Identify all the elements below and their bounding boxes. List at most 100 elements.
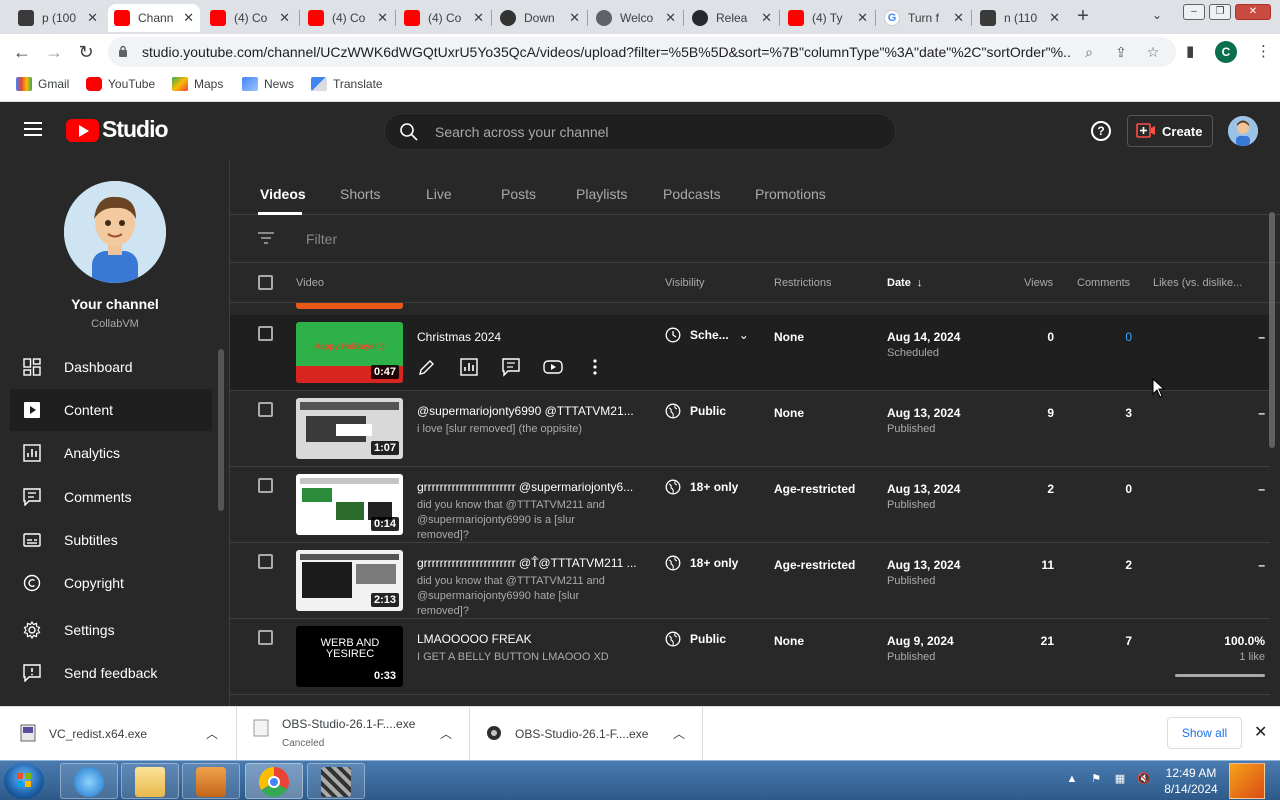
bookmark-star-icon[interactable]: ☆ — [1144, 43, 1162, 61]
column-views[interactable]: Views — [1024, 277, 1053, 289]
browser-tab[interactable]: Welco ✕ — [590, 4, 682, 32]
side-panel-icon[interactable]: ▮ — [1186, 42, 1194, 60]
table-row[interactable]: WERB AND YESIREC 0:33 LMAOOOOO FREAK I G… — [230, 619, 1270, 695]
comments-value[interactable]: 2 — [1125, 558, 1132, 572]
tab-live[interactable]: Live — [426, 186, 452, 202]
help-icon[interactable]: ? — [1091, 121, 1111, 141]
bookmark-translate[interactable]: Translate — [311, 77, 383, 91]
tab-shorts[interactable]: Shorts — [340, 186, 380, 202]
chevron-up-icon[interactable]: ︿ — [673, 725, 685, 742]
chevron-up-icon[interactable]: ︿ — [206, 725, 218, 742]
video-thumbnail[interactable]: WERB AND YESIREC 0:33 — [296, 626, 403, 687]
video-title[interactable]: grrrrrrrrrrrrrrrrrrrrrrr @supermariojont… — [417, 480, 637, 494]
close-icon[interactable]: ✕ — [665, 10, 676, 26]
sidebar-item-content[interactable]: Content — [10, 389, 212, 431]
comments-link[interactable]: 0 — [1125, 330, 1132, 344]
close-icon[interactable]: ✕ — [377, 10, 388, 26]
close-icon[interactable]: ✕ — [761, 10, 772, 26]
browser-tab[interactable]: Relea ✕ — [686, 4, 778, 32]
create-button[interactable]: Create — [1127, 115, 1213, 147]
taskbar-file-explorer[interactable] — [121, 763, 179, 799]
video-thumbnail[interactable]: Happy Holidays! :) 0:47 — [296, 322, 403, 383]
hamburger-menu-icon[interactable] — [24, 122, 42, 136]
action-center-flag-icon[interactable]: ⚑ — [1088, 771, 1104, 787]
close-icon[interactable]: ✕ — [1049, 10, 1060, 26]
close-icon[interactable]: ✕ — [473, 10, 484, 26]
show-desktop-button[interactable] — [1229, 763, 1265, 799]
sidebar-item-copyright[interactable]: Copyright — [10, 562, 212, 604]
restore-window-button[interactable]: ❐ — [1209, 4, 1231, 20]
column-date[interactable]: Date ↓ — [887, 277, 922, 289]
tab-posts[interactable]: Posts — [501, 186, 536, 202]
video-title[interactable]: Christmas 2024 — [417, 330, 637, 344]
forward-arrow-icon[interactable]: → — [42, 40, 66, 64]
channel-search-input[interactable]: Search across your channel — [384, 113, 896, 150]
tab-promotions[interactable]: Promotions — [755, 186, 826, 202]
taskbar-media-player[interactable] — [182, 763, 240, 799]
row-checkbox[interactable] — [258, 478, 273, 493]
filter-icon[interactable] — [258, 231, 274, 245]
column-comments[interactable]: Comments — [1077, 277, 1130, 289]
taskbar-chrome[interactable] — [245, 763, 303, 799]
comments-value[interactable]: 3 — [1125, 406, 1132, 420]
close-icon[interactable]: ✕ — [953, 10, 964, 26]
video-title[interactable]: @supermariojonty6990 @TTTATVM21... — [417, 404, 637, 418]
column-restrictions[interactable]: Restrictions — [774, 277, 831, 289]
chevron-up-icon[interactable]: ︿ — [440, 725, 452, 742]
browser-tab[interactable]: (4) Ty ✕ — [782, 4, 874, 32]
column-visibility[interactable]: Visibility — [665, 277, 705, 289]
close-icon[interactable]: ✕ — [279, 10, 290, 26]
browser-tab-active[interactable]: Chann ✕ — [108, 4, 200, 32]
visibility-dropdown[interactable]: Sche... ⌄ — [665, 327, 749, 343]
row-checkbox[interactable] — [258, 554, 273, 569]
bookmark-youtube[interactable]: YouTube — [86, 77, 155, 91]
download-item[interactable]: OBS-Studio-26.1-F....exe Canceled ︿ — [237, 707, 470, 761]
table-row[interactable]: 1:07 @supermariojonty6990 @TTTATVM21... … — [230, 391, 1270, 467]
bookmark-maps[interactable]: Maps — [172, 77, 223, 91]
zoom-search-icon[interactable]: ⌕ — [1080, 43, 1098, 61]
reload-icon[interactable]: ↻ — [74, 40, 98, 64]
taskbar-internet-explorer[interactable] — [60, 763, 118, 799]
sidebar-item-analytics[interactable]: Analytics — [10, 432, 212, 474]
share-icon[interactable]: ⇪ — [1112, 43, 1130, 61]
filter-input[interactable]: Filter — [306, 231, 337, 247]
volume-muted-icon[interactable]: 🔇 — [1136, 771, 1152, 787]
browser-tab[interactable]: G Turn f ✕ — [878, 4, 970, 32]
sidebar-item-subtitles[interactable]: Subtitles — [10, 519, 212, 561]
sidebar-item-send-feedback[interactable]: Send feedback — [10, 652, 212, 694]
row-checkbox[interactable] — [258, 326, 273, 341]
bookmark-gmail[interactable]: Gmail — [16, 77, 69, 91]
browser-tab[interactable]: Down ✕ — [494, 4, 586, 32]
close-icon[interactable]: ✕ — [1254, 722, 1267, 742]
minimize-window-button[interactable]: – — [1183, 4, 1205, 20]
video-thumbnail[interactable]: 0:14 — [296, 474, 403, 535]
bookmark-news[interactable]: News — [242, 77, 294, 91]
comments-value[interactable]: 7 — [1125, 634, 1132, 648]
chrome-menu-icon[interactable]: ⋮ — [1256, 42, 1271, 60]
close-window-button[interactable]: ✕ — [1235, 4, 1271, 20]
analytics-icon[interactable] — [459, 357, 479, 377]
browser-tab[interactable]: p (100 ✕ — [12, 4, 104, 32]
column-likes[interactable]: Likes (vs. dislike... — [1153, 277, 1242, 289]
url-text[interactable]: studio.youtube.com/channel/UCzWWK6dWGQtU… — [142, 44, 1072, 60]
youtube-logo-icon[interactable] — [66, 119, 99, 142]
comments-icon[interactable] — [501, 357, 521, 377]
select-all-checkbox[interactable] — [258, 275, 273, 290]
start-button[interactable] — [4, 763, 44, 799]
download-item[interactable]: VC_redist.x64.exe ︿ — [0, 707, 237, 761]
tab-search-chevron-icon[interactable]: ⌄ — [1152, 8, 1162, 22]
channel-avatar[interactable] — [64, 181, 166, 283]
table-row[interactable]: 0:14 grrrrrrrrrrrrrrrrrrrrrrr @supermari… — [230, 467, 1270, 543]
tab-playlists[interactable]: Playlists — [576, 186, 627, 202]
sidebar-item-comments[interactable]: Comments — [10, 476, 212, 518]
browser-tab[interactable]: (4) Co ✕ — [204, 4, 296, 32]
lock-icon[interactable] — [118, 45, 128, 57]
table-row[interactable]: 2:13 grrrrrrrrrrrrrrrrrrrrrrr @T̂@TTTATV… — [230, 543, 1270, 619]
network-icon[interactable]: ▦ — [1112, 771, 1128, 787]
pencil-edit-icon[interactable] — [417, 357, 437, 377]
close-icon[interactable]: ✕ — [87, 10, 98, 26]
table-row[interactable]: Happy Holidays! :) 0:47 Christmas 2024 S… — [230, 315, 1270, 391]
account-avatar[interactable] — [1228, 116, 1258, 146]
video-title[interactable]: grrrrrrrrrrrrrrrrrrrrrrr @T̂@TTTATVM211 … — [417, 556, 637, 570]
show-all-button[interactable]: Show all — [1167, 717, 1242, 749]
